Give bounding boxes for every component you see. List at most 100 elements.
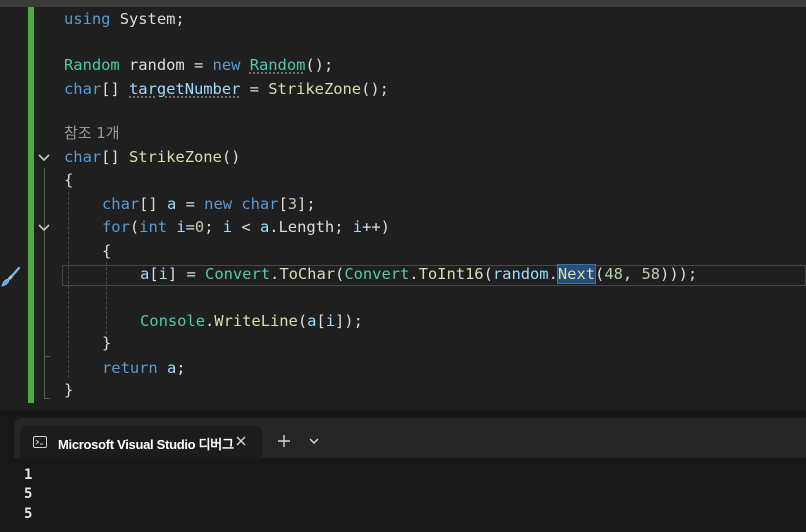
keyword: new — [204, 195, 233, 213]
code-text: ( — [129, 218, 140, 236]
code-text: ++) — [362, 218, 390, 236]
plus-icon[interactable] — [276, 433, 292, 449]
code-line-13[interactable]: Console.WriteLine(a[i]); — [140, 310, 363, 333]
method-name: ToChar — [279, 265, 336, 283]
indent-guide-end — [44, 356, 50, 357]
code-line-14[interactable]: } — [102, 332, 111, 355]
code-text: [ — [149, 265, 159, 283]
paintbrush-icon[interactable] — [0, 266, 22, 288]
method-name: ToInt16 — [418, 265, 484, 283]
code-text: ( — [297, 312, 308, 330]
code-line-8[interactable]: char[] a = new char[3]; — [102, 193, 316, 216]
variable: i — [325, 312, 336, 330]
code-text: ]); — [335, 312, 363, 330]
keyword: new — [212, 56, 241, 74]
window-top-bar — [0, 0, 806, 7]
code-text: .Length; — [269, 218, 353, 236]
code-line-9[interactable]: for(int i=0; i < a.Length; i++) — [102, 216, 390, 239]
variable: a — [167, 195, 177, 213]
keyword: char — [102, 195, 140, 213]
code-text: ( — [595, 265, 605, 283]
code-text: ] = — [167, 265, 206, 283]
code-text: , — [622, 265, 642, 283]
code-line-6[interactable]: char[] StrikeZone() — [64, 146, 240, 169]
keyword: char — [64, 148, 102, 166]
code-line-1[interactable]: using System; — [64, 8, 185, 31]
console-icon — [33, 436, 47, 448]
code-line-7[interactable]: { — [64, 169, 73, 192]
code-text: [ — [278, 195, 288, 213]
code-line-11[interactable]: a[i] = Convert.ToChar(Convert.ToInt16(ra… — [140, 263, 697, 286]
chevron-down-icon[interactable] — [308, 436, 320, 446]
keyword: char — [241, 195, 279, 213]
code-text: ))); — [660, 265, 698, 283]
code-text: < — [232, 218, 260, 236]
console-output-line: 5 — [24, 506, 33, 522]
variable: random — [492, 265, 549, 283]
variable: i — [158, 265, 168, 283]
selected-method-name[interactable]: Next — [556, 264, 597, 284]
indent-guide — [44, 238, 45, 356]
variable: i — [352, 218, 363, 236]
codelens-references[interactable]: 참조 1개 — [64, 122, 120, 145]
code-text: . — [270, 265, 280, 283]
number-literal: 0 — [194, 218, 205, 236]
code-text: = — [176, 195, 205, 213]
variable: i — [176, 218, 186, 236]
indent-guide-end — [44, 398, 50, 399]
keyword: char — [64, 80, 102, 98]
type-name: Convert — [344, 265, 410, 283]
keyword: using — [64, 10, 111, 28]
chevron-down-icon[interactable] — [37, 221, 51, 235]
console-output-line: 5 — [24, 486, 33, 502]
code-text: ; — [176, 359, 186, 377]
code-text: = — [185, 218, 195, 236]
code-text: [] — [101, 80, 129, 98]
variable: i — [222, 218, 233, 236]
chevron-down-icon[interactable] — [37, 151, 51, 165]
close-icon[interactable] — [234, 434, 248, 448]
code-text: [ — [316, 312, 326, 330]
change-tracking-bar — [28, 7, 34, 403]
code-line-4[interactable]: char[] targetNumber = StrikeZone(); — [64, 78, 389, 101]
code-line-15[interactable]: return a; — [102, 357, 186, 380]
keyword: for — [102, 218, 130, 236]
code-text: [] — [139, 195, 167, 213]
code-text: ( — [335, 265, 345, 283]
code-text: [] — [101, 148, 129, 166]
type-name: Random — [64, 56, 120, 74]
code-text: = — [240, 80, 269, 98]
code-line-3[interactable]: Random random = new Random(); — [64, 54, 333, 77]
console-output-line: 1 — [24, 467, 33, 483]
terminal-tab-label: Microsoft Visual Studio 디버그 — [58, 437, 234, 452]
code-line-16[interactable]: } — [64, 379, 73, 402]
code-text: (); — [305, 56, 334, 74]
number-literal: 3 — [287, 195, 298, 213]
number-literal: 48 — [604, 265, 623, 283]
number-literal: 58 — [641, 265, 661, 283]
variable-suggestion[interactable]: targetNumber — [129, 80, 240, 98]
code-line-10[interactable]: { — [102, 240, 111, 263]
method-name: StrikeZone — [268, 80, 362, 98]
type-name-suggestion[interactable]: Random — [250, 56, 306, 74]
variable: a — [259, 218, 270, 236]
code-text: (); — [361, 80, 389, 98]
variable: a — [167, 359, 177, 377]
type-name: Console — [140, 312, 205, 330]
code-text: random = — [119, 56, 213, 74]
code-text: System; — [110, 10, 185, 28]
variable: a — [140, 265, 150, 283]
code-text: () — [221, 148, 241, 166]
method-name: StrikeZone — [129, 148, 222, 166]
type-name: Convert — [205, 265, 271, 283]
code-text: ; — [204, 218, 223, 236]
code-text: . — [409, 265, 419, 283]
code-text: . — [548, 265, 558, 283]
method-name: WriteLine — [214, 312, 298, 330]
code-text: . — [204, 312, 215, 330]
keyword: return — [102, 359, 158, 377]
